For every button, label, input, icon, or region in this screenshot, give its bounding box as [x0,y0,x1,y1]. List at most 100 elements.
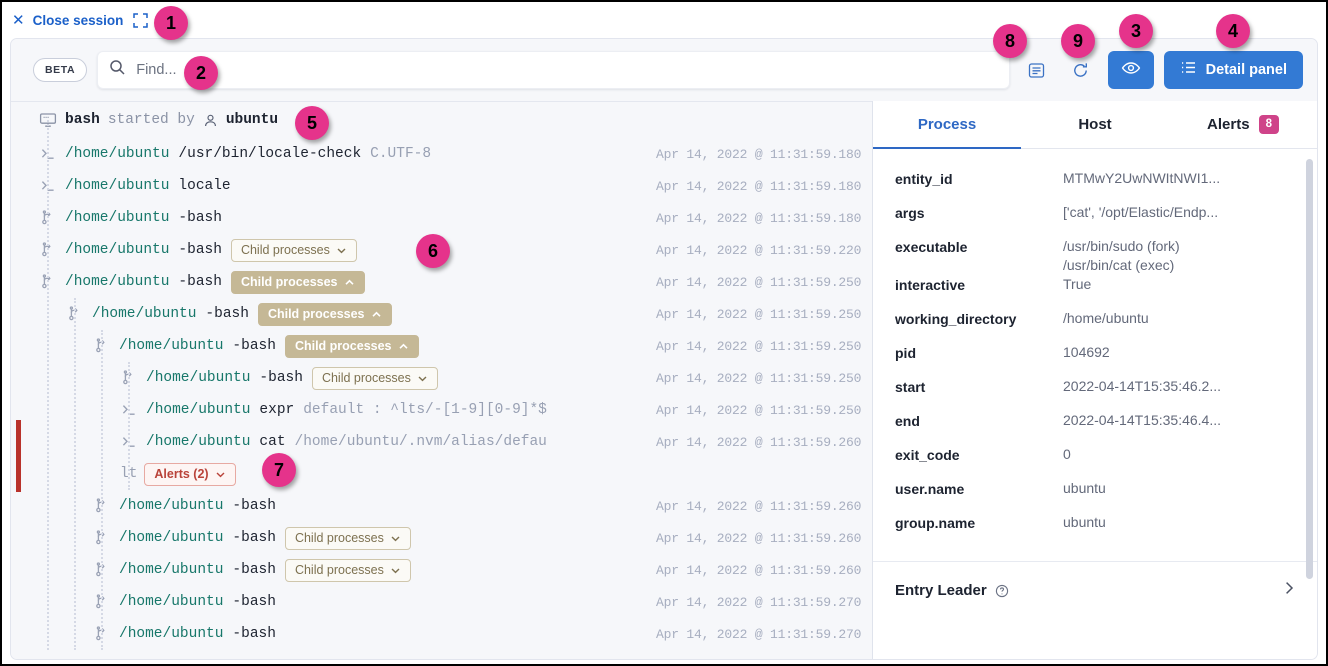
field-key: interactive [895,275,1063,293]
process-row[interactable]: /home/ubuntu locale Apr 14, 2022 @ 11:31… [11,170,872,202]
session-process-name: bash [65,112,100,128]
field-row: entity_idMTMwY2UwNWItNWI1... [873,169,1317,203]
close-x-icon[interactable]: ✕ [12,13,25,28]
row-command: -bash [232,498,276,514]
row-timestamp: Apr 14, 2022 @ 11:31:59.250 [656,266,861,298]
session-user: ubuntu [226,112,278,128]
callout-marker-3: 3 [1119,14,1153,48]
row-timestamp: Apr 14, 2022 @ 11:31:59.270 [656,618,861,650]
field-row: exit_code0 [873,445,1317,479]
search-icon [109,59,126,81]
eye-icon [1121,58,1141,83]
detail-panel-button[interactable]: Detail panel [1164,51,1303,89]
row-cwd: /home/ubuntu [119,498,223,514]
tab-alerts[interactable]: Alerts 8 [1169,101,1317,148]
field-row: group.nameubuntu [873,513,1317,547]
expand-fullscreen-icon[interactable] [131,11,150,30]
child-processes-badge[interactable]: Child processes [258,303,392,326]
field-row: args['cat', '/opt/Elastic/Endp... [873,203,1317,237]
text-size-icon[interactable] [1020,53,1054,87]
user-icon [203,113,218,128]
child-processes-label: Child processes [241,243,330,257]
field-key: group.name [895,513,1063,531]
chevron-down-icon [215,469,226,480]
row-timestamp: Apr 14, 2022 @ 11:31:59.180 [656,170,861,202]
row-timestamp: Apr 14, 2022 @ 11:31:59.180 [656,202,861,234]
alerts-badge[interactable]: Alerts (2) [144,463,235,486]
chevron-down-icon [390,565,401,576]
refresh-icon[interactable] [1064,53,1098,87]
child-processes-badge[interactable]: Child processes [231,239,357,262]
search-input[interactable]: Find... [97,51,1009,89]
row-cwd: /home/ubuntu [146,434,250,450]
child-processes-label: Child processes [322,371,411,385]
process-tree-pane[interactable]: bash started by ubuntu /home/ubuntu /usr [11,101,872,659]
entry-leader-title: Entry Leader [895,582,987,599]
chevron-up-icon [398,341,409,352]
field-row: user.nameubuntu [873,479,1317,513]
detail-panel-scrollbar[interactable] [1306,159,1313,579]
tab-count-badge: 8 [1259,115,1279,134]
process-row[interactable]: /home/ubuntu -bash Apr 14, 2022 @ 11:31:… [11,586,872,618]
child-processes-badge[interactable]: Child processes [312,367,438,390]
entry-leader-accordion[interactable]: Entry Leader [873,562,1317,601]
session-view-screen: ✕ Close session BETA Find... [0,0,1328,666]
beta-badge: BETA [33,58,87,82]
tree-guide-line [47,120,49,650]
toggle-visibility-button[interactable] [1108,51,1154,89]
started-by-label: started by [108,112,195,128]
process-row[interactable]: /home/ubuntu cat /home/ubuntu/.nvm/alias… [11,426,872,490]
tab-label: Alerts [1207,116,1250,133]
callout-marker-8: 8 [993,24,1027,58]
process-row[interactable]: /home/ubuntu -bash Child processes Apr 1… [11,298,872,330]
row-command: locale [178,178,230,194]
child-processes-badge[interactable]: Child processes [285,559,411,582]
session-view-panel: BETA Find... [10,38,1318,660]
process-row[interactable]: /home/ubuntu -bash Child processes Apr 1… [11,554,872,586]
field-key: start [895,377,1063,395]
question-circle-icon[interactable] [995,584,1009,598]
row-command: -bash [178,242,222,258]
row-args: default : ^lts/-[1-9][0-9]*$ [303,402,547,418]
process-row[interactable]: /home/ubuntu -bash Child processes Apr 1… [11,362,872,394]
field-value: MTMwY2UwNWItNWI1... [1063,169,1220,188]
tree-guide-line [128,362,130,490]
process-row[interactable]: /home/ubuntu expr default : ^lts/-[1-9][… [11,394,872,426]
child-processes-badge[interactable]: Child processes [231,271,365,294]
process-row[interactable]: /home/ubuntu /usr/bin/locale-check C.UTF… [11,138,872,170]
close-session-label[interactable]: Close session [33,13,124,28]
row-command: -bash [232,594,276,610]
process-row[interactable]: /home/ubuntu -bash Child processes Apr 1… [11,522,872,554]
row-cwd: /home/ubuntu [119,594,223,610]
row-timestamp: Apr 14, 2022 @ 11:31:59.250 [656,330,861,362]
tab-process[interactable]: Process [873,101,1021,148]
callout-marker-6: 6 [416,234,450,268]
row-command: -bash [232,562,276,578]
row-cwd: /home/ubuntu [65,274,169,290]
process-row[interactable]: /home/ubuntu -bash Apr 14, 2022 @ 11:31:… [11,490,872,522]
process-row[interactable]: /home/ubuntu -bash Child processes Apr 1… [11,330,872,362]
child-processes-badge[interactable]: Child processes [285,527,411,550]
process-row[interactable]: /home/ubuntu -bash Child processes Apr 1… [11,266,872,298]
process-tree-list: bash started by ubuntu /home/ubuntu /usr [11,102,872,659]
field-value: 104692 [1063,343,1110,362]
tab-label: Process [918,116,976,133]
row-timestamp: Apr 14, 2022 @ 11:31:59.250 [656,394,861,426]
row-command: -bash [232,530,276,546]
tab-host[interactable]: Host [1021,101,1169,148]
field-key: pid [895,343,1063,361]
child-processes-badge[interactable]: Child processes [285,335,419,358]
row-command: -bash [232,626,276,642]
field-value: ubuntu [1063,479,1106,498]
detail-panel: Process Host Alerts 8 entity_idMTMwY2UwNWIt… [872,101,1317,659]
row-command: -bash [259,370,303,386]
process-fields-list: entity_idMTMwY2UwNWItNWI1...args['cat', … [873,149,1317,547]
process-row[interactable]: /home/ubuntu -bash Apr 14, 2022 @ 11:31:… [11,618,872,650]
row-cwd: /home/ubuntu [146,402,250,418]
callout-marker-4: 4 [1216,14,1250,48]
process-row[interactable]: /home/ubuntu -bash Apr 14, 2022 @ 11:31:… [11,202,872,234]
chevron-right-icon[interactable] [1281,580,1297,601]
chevron-down-icon [390,533,401,544]
tree-guide-line [101,330,103,650]
row-command: -bash [232,338,276,354]
